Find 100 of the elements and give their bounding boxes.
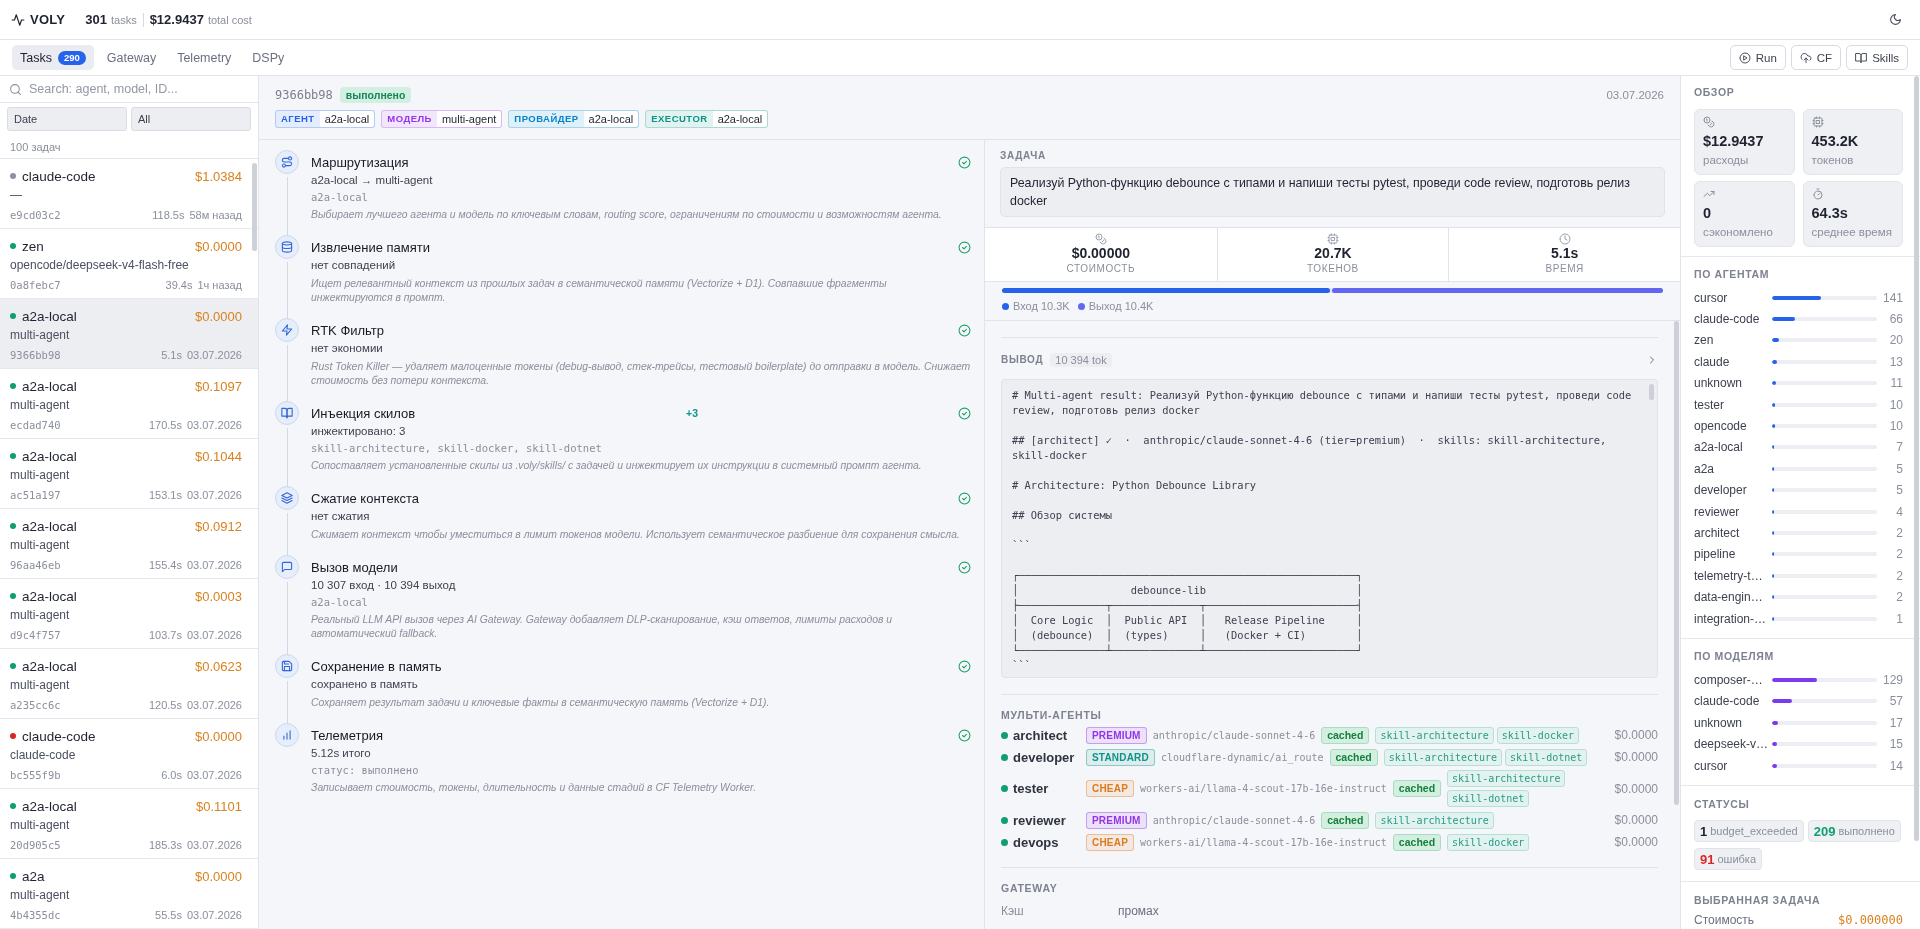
toolbar-button[interactable]: Skills bbox=[1846, 45, 1908, 70]
nav-tab[interactable]: Telemetry bbox=[169, 45, 240, 70]
section-label: ЗАДАЧА bbox=[1000, 150, 1046, 162]
task-time: 03.07.2026 bbox=[186, 489, 242, 501]
agent-name: cursor bbox=[1694, 290, 1728, 305]
agent-name: reviewer bbox=[1694, 504, 1740, 519]
nav-tab[interactable]: DSPy bbox=[244, 45, 293, 70]
task-time: 03.07.2026 bbox=[186, 769, 242, 781]
step-description: Записывает стоимость, токены, длительность и данные стадий в CF Telemetry Worker. bbox=[311, 781, 758, 795]
count: 2 bbox=[1896, 547, 1903, 562]
agent-name: developer bbox=[1013, 749, 1075, 765]
moon-icon[interactable] bbox=[1889, 13, 1902, 26]
count: 11 bbox=[1890, 376, 1903, 391]
step-description: Сжимает контекст чтобы уместиться в лимит токенов модели. Использует семантическое разбиение для сохранения смысла. bbox=[311, 528, 961, 542]
task-id: a235cc6c bbox=[10, 699, 61, 711]
step-title: Сжатие контекста bbox=[311, 490, 420, 506]
task-list-item[interactable]: a2a $0.0000 multi-agent 4b4355dc 55.5s 03.07.2026 bbox=[0, 859, 258, 929]
toolbar-button[interactable]: Run bbox=[1729, 45, 1786, 70]
task-duration: 5.1s bbox=[161, 349, 182, 361]
chip-icon bbox=[1811, 116, 1824, 128]
model-name: workers-ai/llama-4-scout-17b-16e-instruct bbox=[1140, 836, 1387, 848]
nav-tab[interactable]: Tasks 290 bbox=[12, 45, 94, 70]
task-list-item[interactable]: a2a-local $0.0000 multi-agent 9366bb98 5.1s 03.07.2026 bbox=[0, 299, 258, 369]
step-detail: skill-architecture, skill-docker, skill-dotnet bbox=[311, 441, 602, 456]
toolbar-button[interactable]: CF bbox=[1790, 45, 1842, 70]
stat-value: 64.3s bbox=[1811, 204, 1848, 222]
legend-label: Вход 10.3K bbox=[1013, 300, 1070, 312]
tier-badge: CHEAP bbox=[1086, 780, 1134, 797]
agent-name: pipeline bbox=[1694, 547, 1736, 562]
cache-badge: cached bbox=[1392, 780, 1442, 797]
search-field[interactable]: Search: agent, model, ID... bbox=[29, 77, 258, 101]
step-title: Инъекция скилов bbox=[311, 405, 416, 421]
filter-dropdown[interactable]: Date bbox=[7, 107, 127, 131]
task-list-item[interactable]: a2a-local $0.1101 multi-agent 20d905c5 185.3s 03.07.2026 bbox=[0, 789, 258, 859]
section-label: GATEWAY bbox=[1001, 882, 1058, 894]
clock-icon bbox=[1558, 233, 1571, 245]
stat-value: 0 bbox=[1703, 204, 1712, 222]
task-duration: 103.7s bbox=[148, 629, 182, 641]
agent-name: telemetry-t… bbox=[1694, 568, 1763, 583]
scrollbar-thumb[interactable] bbox=[1649, 384, 1654, 400]
count: 7 bbox=[1896, 440, 1903, 455]
task-id: 4b4355dc bbox=[10, 909, 61, 921]
task-time: 03.07.2026 bbox=[186, 349, 242, 361]
coins-icon bbox=[1094, 233, 1107, 245]
step-summary: a2a-local → multi-agent bbox=[311, 173, 433, 188]
task-date: 03.07.2026 bbox=[1606, 89, 1664, 101]
coins-icon bbox=[1703, 116, 1715, 128]
task-list-item[interactable]: a2a-local $0.1044 multi-agent ac51a197 153.1s 03.07.2026 bbox=[0, 439, 258, 509]
count: 1 bbox=[1896, 611, 1903, 626]
total-cost-label: total cost bbox=[207, 13, 252, 26]
step-summary: сохранено в память bbox=[311, 677, 418, 692]
agent-name: a2a-local bbox=[22, 378, 77, 394]
count: 2 bbox=[1896, 590, 1903, 605]
agent-cost: $0.0000 bbox=[1613, 835, 1658, 849]
agent-name: tester bbox=[1013, 781, 1049, 796]
agent-name: unknown bbox=[1694, 376, 1743, 391]
task-list-item[interactable]: a2a-local $0.0912 multi-agent 96aa46eb 155.4s 03.07.2026 bbox=[0, 509, 258, 579]
detail-label: Стоимость bbox=[1694, 913, 1755, 928]
scrollbar-thumb[interactable] bbox=[252, 163, 257, 251]
count: 57 bbox=[1889, 694, 1903, 709]
nav-tab[interactable]: Gateway bbox=[98, 45, 165, 70]
model-name: claude-code bbox=[1694, 694, 1760, 709]
task-cost: $0.0003 bbox=[195, 588, 242, 604]
filter-dropdown[interactable]: All bbox=[131, 107, 251, 131]
task-id: ac51a197 bbox=[10, 489, 61, 501]
count: 20 bbox=[1889, 333, 1903, 348]
task-duration: 39.4s bbox=[165, 279, 193, 291]
tag-key: АГЕНТ bbox=[276, 111, 320, 127]
step-title: Маршрутизация bbox=[311, 154, 409, 170]
task-list-item[interactable]: a2a-local $0.1097 multi-agent ecdad740 170.5s 03.07.2026 bbox=[0, 369, 258, 439]
step-summary: нет экономии bbox=[311, 341, 383, 356]
step-description: Rust Token Killer — удаляет малоценные токены (debug-вывод, стек-трейсы, тестовый boilerplate) до отправки в модель. Снижает стоимость без потери контекста. bbox=[311, 360, 971, 388]
scrollbar-thumb[interactable] bbox=[1674, 321, 1679, 805]
task-duration: 170.5s bbox=[148, 419, 182, 431]
connector-line bbox=[286, 681, 288, 725]
task-list-item[interactable]: a2a-local $0.0003 multi-agent d9c4f757 103.7s 03.07.2026 bbox=[0, 579, 258, 649]
stat-label: расходы bbox=[1703, 153, 1749, 167]
cache-badge: cached bbox=[1329, 748, 1378, 766]
tag-value: multi-agent bbox=[440, 112, 498, 127]
status-count: 209 bbox=[1813, 823, 1836, 839]
trending-up-icon bbox=[1703, 188, 1715, 200]
chip-icon bbox=[1327, 233, 1339, 245]
task-duration: 55.5s bbox=[155, 909, 182, 921]
floppy-disk-icon bbox=[275, 654, 299, 678]
agent-name: a2a-local bbox=[22, 798, 77, 814]
model-name: multi-agent bbox=[10, 888, 70, 902]
tag-key: ПРОВАЙДЕР bbox=[509, 111, 584, 127]
agent-name: a2a-local bbox=[22, 588, 77, 604]
task-count-text: 100 задач bbox=[10, 141, 61, 153]
bar-chart-icon bbox=[275, 723, 299, 747]
step-title: Телеметрия bbox=[311, 727, 384, 743]
step-detail: a2a-local bbox=[311, 595, 368, 610]
model-name: workers-ai/llama-4-scout-17b-16e-instruct bbox=[1140, 783, 1387, 794]
task-list-item[interactable]: claude-code $0.0000 claude-code bc555f9b 6.0s 03.07.2026 bbox=[0, 719, 258, 789]
skill-tag: skill-architecture bbox=[1447, 770, 1566, 787]
task-prompt: Реализуй Python-функцию debounce с типами и напиши тесты pytest, проведи code review, подготовь релиз docker bbox=[1000, 167, 1665, 217]
token-count-badge: 10 394 tok bbox=[1050, 353, 1112, 367]
scrollbar-thumb[interactable] bbox=[1914, 76, 1919, 841]
task-list-item[interactable]: a2a-local $0.0623 multi-agent a235cc6c 120.5s 03.07.2026 bbox=[0, 649, 258, 719]
task-cost: $0.0000 bbox=[195, 728, 242, 744]
